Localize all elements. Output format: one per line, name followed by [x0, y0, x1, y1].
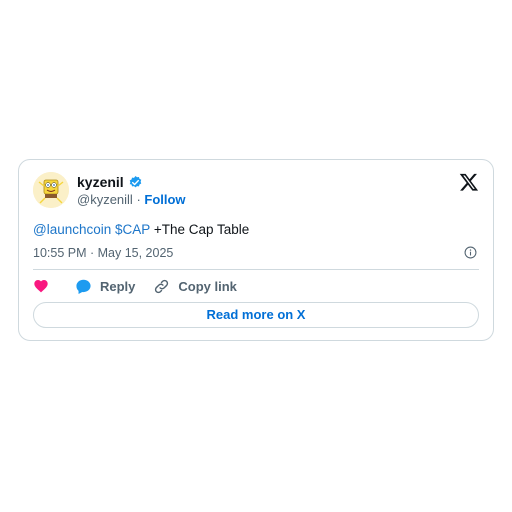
reply-bubble-icon — [76, 279, 91, 294]
handle-separator: · — [132, 192, 145, 207]
info-icon[interactable] — [464, 246, 477, 259]
author-handle[interactable]: @kyzenill — [77, 192, 133, 207]
copy-link-button[interactable]: Copy link — [153, 278, 237, 295]
avatar[interactable] — [33, 172, 69, 208]
handle-row: @kyzenill · Follow — [77, 192, 186, 208]
author-name-row[interactable]: kyzenil — [77, 174, 143, 190]
heart-icon[interactable] — [33, 278, 49, 294]
reply-label: Reply — [100, 278, 136, 294]
x-logo-icon[interactable] — [459, 172, 479, 192]
divider — [33, 269, 479, 270]
tweet-embed-card: kyzenil @kyzenill · Follow @launchcoin $… — [18, 159, 494, 341]
verified-badge-icon — [129, 175, 141, 187]
reply-button[interactable]: Reply — [75, 278, 135, 295]
author-name[interactable]: kyzenil — [77, 174, 124, 190]
timestamp[interactable]: 10:55 PM · May 15, 2025 — [33, 245, 173, 261]
cashtag-link[interactable]: $CAP — [115, 222, 150, 237]
follow-button[interactable]: Follow — [144, 192, 185, 207]
link-icon — [155, 279, 169, 293]
tweet-body-text: +The Cap Table — [150, 222, 250, 237]
action-bar: Reply Copy link — [33, 276, 237, 296]
read-more-button[interactable]: Read more on X — [33, 302, 479, 328]
mention-link[interactable]: @launchcoin — [33, 222, 111, 237]
tweet-text: @launchcoin $CAP +The Cap Table — [33, 221, 249, 239]
copy-link-label: Copy link — [178, 278, 237, 294]
